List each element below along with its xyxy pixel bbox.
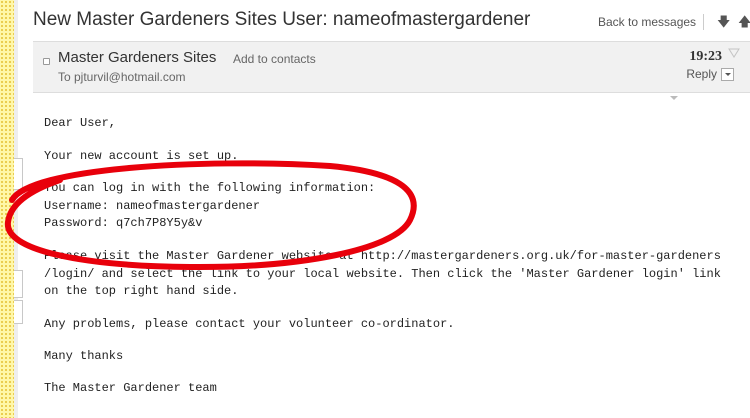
left-pane-tab[interactable] <box>14 300 23 324</box>
message-body: Dear User, Your new account is set up. Y… <box>44 115 748 413</box>
sender-status-icon <box>43 58 50 65</box>
flag-icon[interactable] <box>728 48 740 60</box>
message-time: 19:23 <box>689 49 722 64</box>
add-to-contacts-link[interactable]: Add to contacts <box>233 52 316 66</box>
email-viewer: New Master Gardeners Sites User: nameofm… <box>0 0 750 418</box>
sender-header: Master Gardeners Sites Add to contacts T… <box>33 41 750 93</box>
greeting: Dear User, <box>44 116 117 130</box>
left-gutter <box>14 0 18 418</box>
signature: The Master Gardener team <box>44 380 217 395</box>
message-subject: New Master Gardeners Sites User: nameofm… <box>33 9 531 30</box>
left-pane-tab[interactable] <box>14 270 23 298</box>
left-pane-tab[interactable] <box>14 158 23 190</box>
arrow-down-icon[interactable]: 🡇 <box>717 13 730 35</box>
sender-name[interactable]: Master Gardeners Sites <box>58 49 216 66</box>
login-info: You can log in with the following inform… <box>44 181 376 231</box>
reply-dropdown-icon[interactable] <box>721 68 734 82</box>
intro-line: Your new account is set up. <box>44 148 239 163</box>
arrow-up-icon[interactable]: 🡅 <box>738 13 750 35</box>
problems-line: Any problems, please contact your volunt… <box>44 316 455 331</box>
reply-label: Reply <box>686 67 717 81</box>
recipient-line: To pjturvil@hotmail.com <box>58 70 186 84</box>
collapse-arrow-icon[interactable] <box>670 96 678 100</box>
instructions: Please visit the Master Gardener website… <box>44 248 721 299</box>
header-divider <box>703 14 704 30</box>
back-to-messages-link[interactable]: Back to messages <box>598 15 696 29</box>
left-pane-strip <box>0 0 14 418</box>
thanks-line: Many thanks <box>44 349 124 364</box>
reply-button[interactable]: Reply <box>686 67 734 82</box>
